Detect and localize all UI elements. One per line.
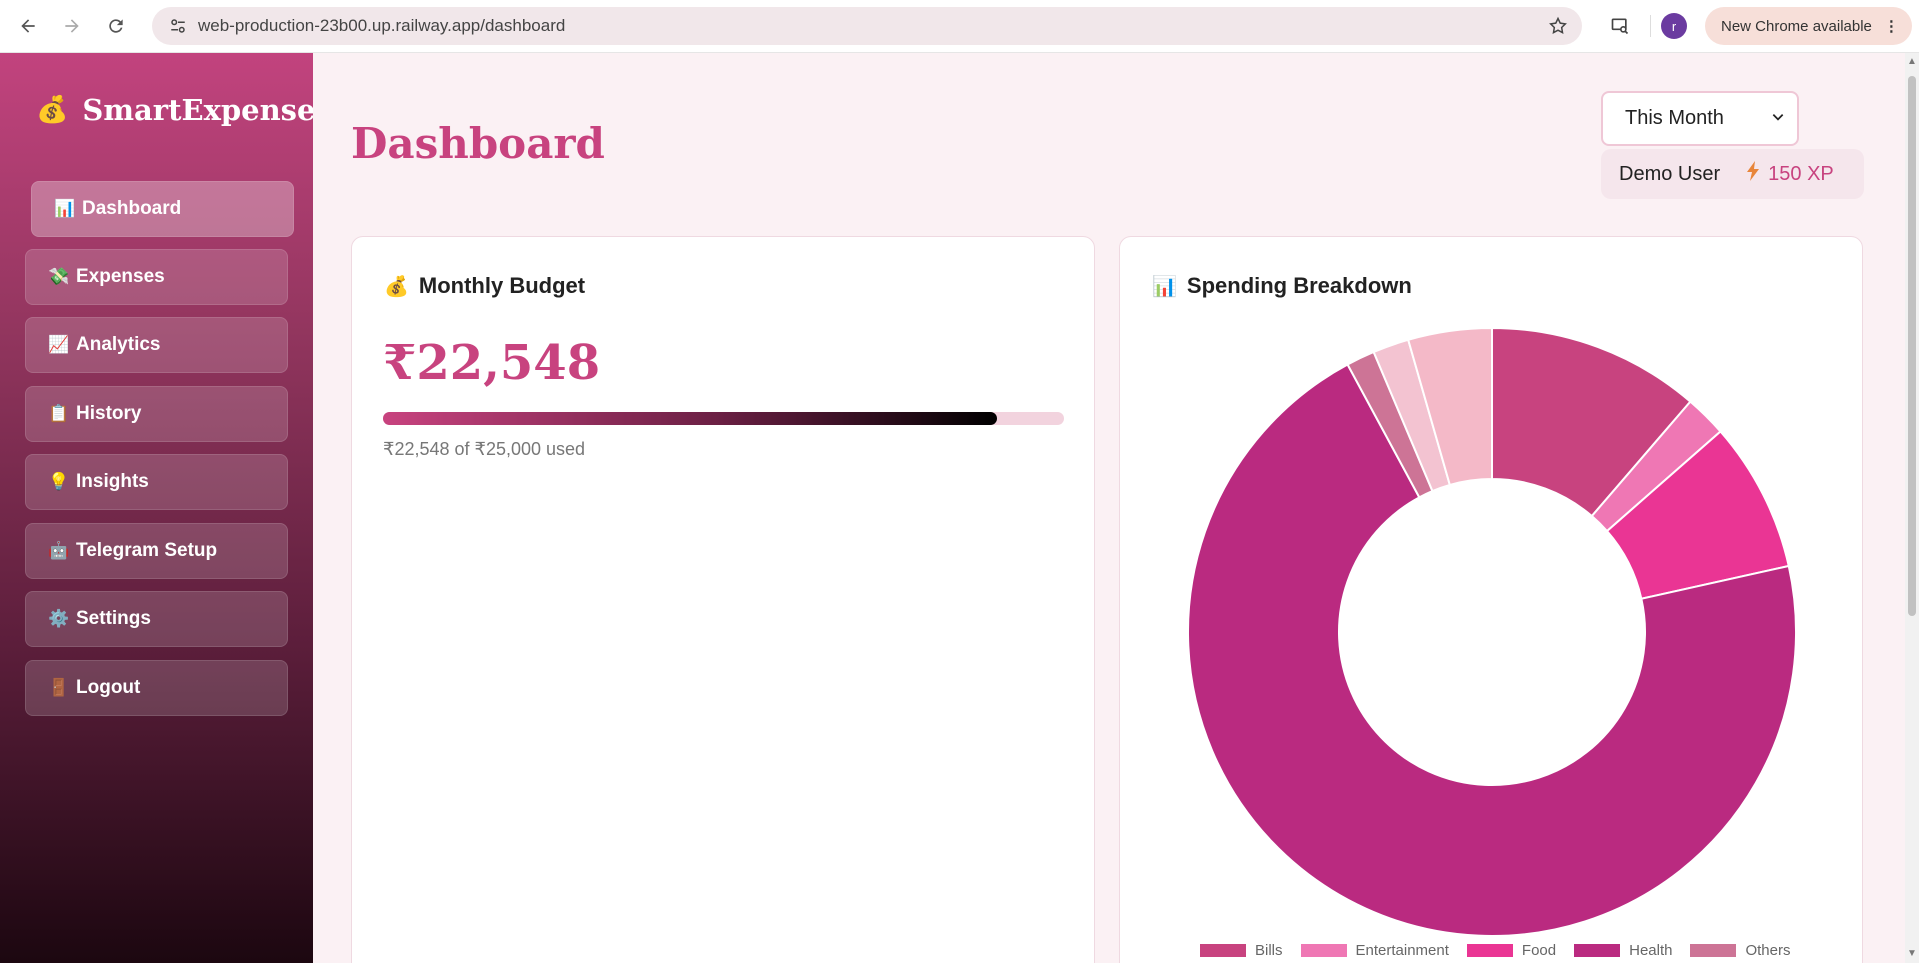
scroll-down-icon[interactable]: ▼ <box>1907 949 1917 959</box>
sidebar-item-analytics[interactable]: 📈 Analytics <box>25 317 288 373</box>
lightbulb-icon: 💡 <box>48 472 70 491</box>
door-icon: 🚪 <box>48 678 70 697</box>
budget-progress-bar <box>383 412 1064 425</box>
profile-avatar[interactable]: r <box>1661 13 1687 39</box>
user-name: Demo User <box>1619 162 1721 185</box>
address-bar[interactable]: web-production-23b00.up.railway.app/dash… <box>152 7 1582 45</box>
chart-legend: Bills Entertainment Food Health Others <box>1200 942 1808 959</box>
page-scrollbar[interactable]: ▲ ▼ <box>1905 53 1919 963</box>
lightning-icon <box>1746 161 1760 187</box>
budget-used-text: ₹22,548 of ₹25,000 used <box>383 439 586 459</box>
url-text[interactable]: web-production-23b00.up.railway.app/dash… <box>198 16 565 36</box>
legend-label: Entertainment <box>1355 942 1449 959</box>
xp-value: 150 XP <box>1768 162 1834 185</box>
legend-swatch <box>1574 944 1621 957</box>
legend-item-health[interactable]: Health <box>1574 942 1672 959</box>
legend-swatch <box>1690 944 1737 957</box>
sidebar-item-label: Telegram Setup <box>76 540 218 561</box>
sidebar-item-label: Logout <box>76 677 141 698</box>
legend-item-others[interactable]: Others <box>1690 942 1790 959</box>
legend-label: Health <box>1629 942 1673 959</box>
legend-label: Bills <box>1255 942 1283 959</box>
robot-icon: 🤖 <box>48 541 70 560</box>
browser-toolbar: web-production-23b00.up.railway.app/dash… <box>0 0 1919 53</box>
sidebar-item-label: Settings <box>76 608 151 629</box>
clipboard-icon: 📋 <box>48 404 70 423</box>
legend-swatch <box>1466 944 1513 957</box>
legend-swatch <box>1300 944 1347 957</box>
sidebar-item-history[interactable]: 📋 History <box>25 386 288 442</box>
scrollbar-thumb[interactable] <box>1908 76 1916 616</box>
sidebar-item-logout[interactable]: 🚪 Logout <box>25 660 288 716</box>
card-title-text: Monthly Budget <box>418 273 586 298</box>
legend-item-food[interactable]: Food <box>1466 942 1557 959</box>
bar-chart-icon: 📊 <box>54 199 76 218</box>
legend-item-entertainment[interactable]: Entertainment <box>1300 942 1449 959</box>
budget-progress-fill <box>383 412 998 425</box>
back-icon[interactable] <box>6 4 50 48</box>
period-select-value: This Month <box>1625 107 1724 129</box>
money-bag-icon: 💰 <box>384 275 409 298</box>
scroll-up-icon[interactable]: ▲ <box>1907 57 1917 67</box>
chevron-down-icon <box>1771 107 1785 130</box>
budget-amount: ₹22,548 <box>383 335 601 391</box>
legend-item-bills[interactable]: Bills <box>1200 942 1283 959</box>
reload-icon[interactable] <box>94 4 138 48</box>
trending-up-icon: 📈 <box>48 335 70 354</box>
spending-donut-chart <box>1187 326 1797 937</box>
main-content: Dashboard This Month Demo User 150 XP 💰 … <box>313 53 1905 963</box>
sidebar-item-label: History <box>76 403 142 424</box>
card-title: 💰 Monthly Budget <box>384 273 585 299</box>
user-chip: Demo User 150 XP <box>1601 149 1864 199</box>
brand-name: SmartExpense <box>82 93 316 127</box>
toolbar-divider <box>1650 15 1651 37</box>
brand-logo[interactable]: 💰 SmartExpense <box>36 93 315 127</box>
sidebar-item-insights[interactable]: 💡 Insights <box>25 454 288 510</box>
period-select[interactable]: This Month <box>1601 91 1799 146</box>
legend-swatch <box>1200 944 1246 957</box>
legend-label: Others <box>1745 942 1791 959</box>
sidebar-item-label: Analytics <box>76 334 161 355</box>
page-title: Dashboard <box>351 119 605 168</box>
site-settings-icon[interactable] <box>158 17 198 35</box>
monthly-budget-card: 💰 Monthly Budget ₹22,548 ₹22,548 of ₹25,… <box>351 236 1095 963</box>
chrome-update-button[interactable]: New Chrome available ⋮ <box>1705 7 1912 45</box>
sidebar-item-settings[interactable]: ⚙️ Settings <box>25 591 288 647</box>
xp-badge: 150 XP <box>1746 161 1834 187</box>
gear-icon: ⚙️ <box>48 609 70 628</box>
more-menu-icon[interactable]: ⋮ <box>1884 17 1899 35</box>
forward-icon[interactable] <box>50 4 94 48</box>
sidebar-item-label: Expenses <box>76 266 165 287</box>
screen-search-icon[interactable] <box>1600 16 1640 36</box>
chrome-update-label: New Chrome available <box>1721 17 1872 35</box>
sidebar-item-dashboard[interactable]: 📊 Dashboard <box>31 181 294 237</box>
sidebar-item-label: Insights <box>76 471 149 492</box>
legend-label: Food <box>1521 942 1557 959</box>
sidebar-item-expenses[interactable]: 💸 Expenses <box>25 249 288 305</box>
money-bag-icon: 💰 <box>36 95 69 125</box>
sidebar: 💰 SmartExpense 📊 Dashboard 💸 Expenses 📈 … <box>0 53 315 963</box>
bookmark-star-icon[interactable] <box>1548 16 1568 41</box>
sidebar-item-telegram-setup[interactable]: 🤖 Telegram Setup <box>25 523 288 579</box>
money-wings-icon: 💸 <box>48 267 70 286</box>
sidebar-item-label: Dashboard <box>82 198 182 219</box>
spending-breakdown-card: 📊 Spending Breakdown Bills Entertainment F… <box>1119 236 1863 963</box>
